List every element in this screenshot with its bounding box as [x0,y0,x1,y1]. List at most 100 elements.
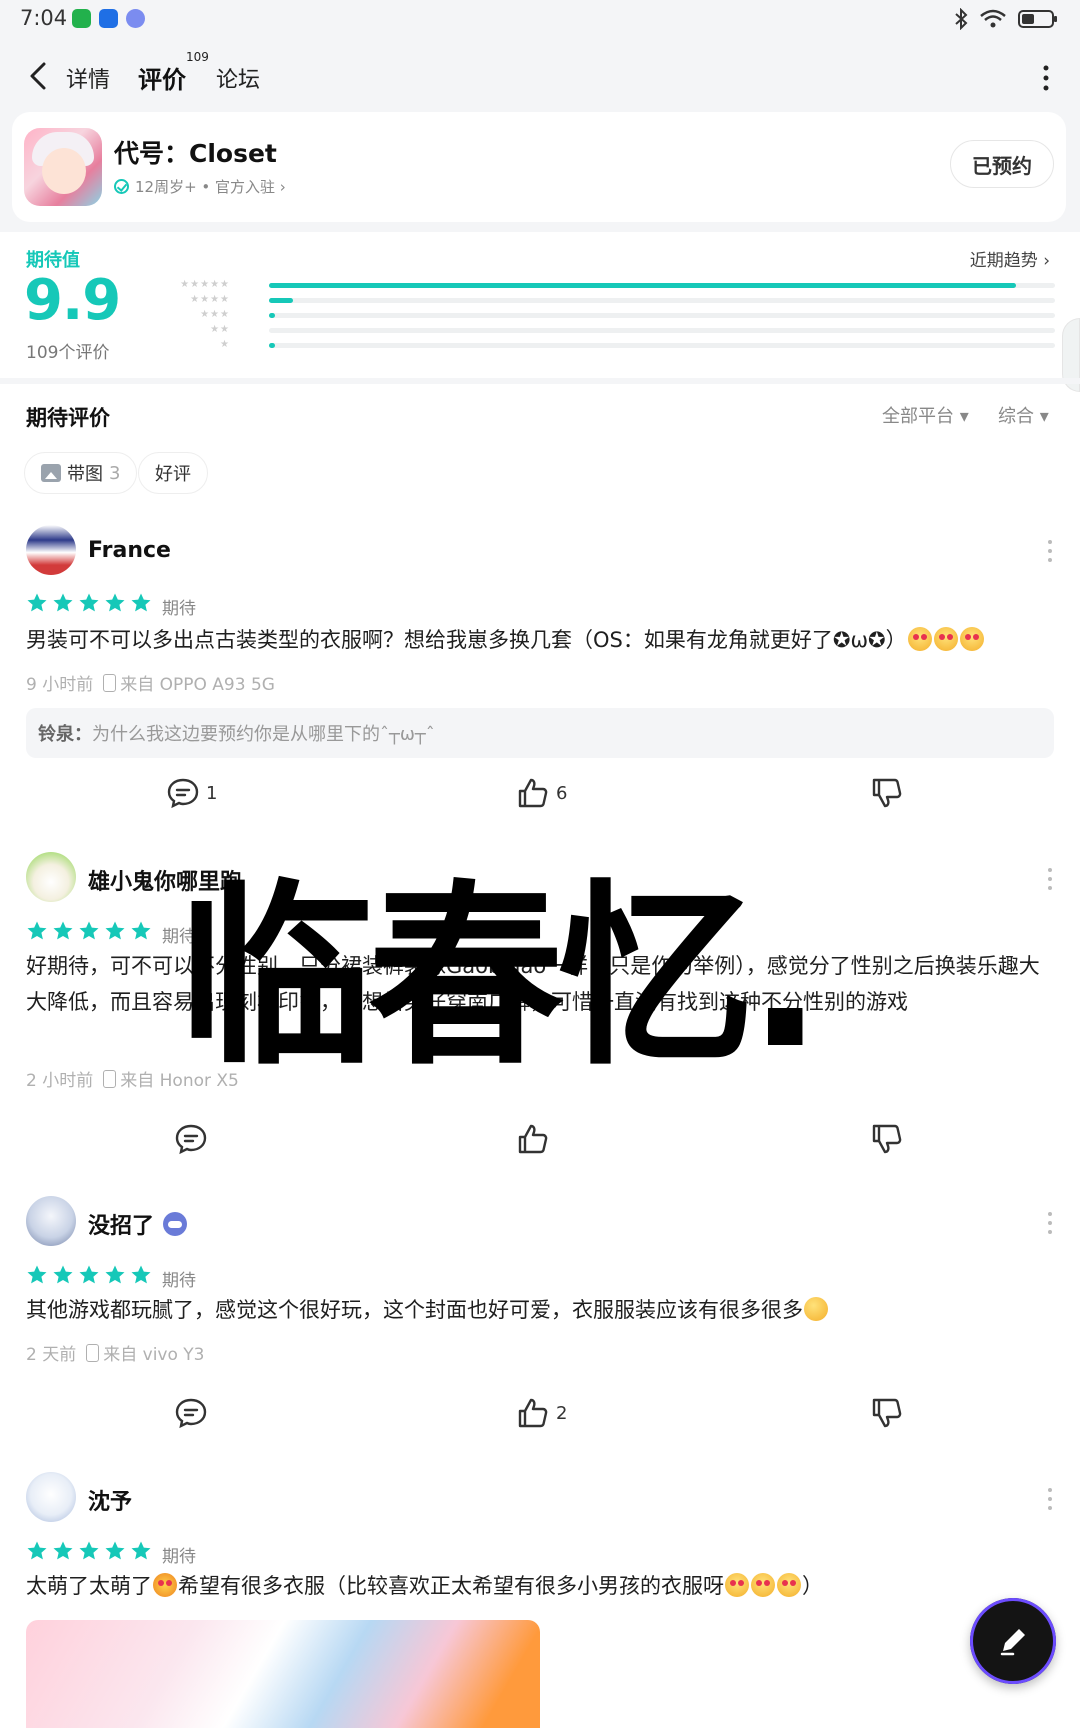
comment-count: 1 [206,782,218,804]
comment-icon [175,1398,207,1429]
filter-chip-with-images[interactable]: 带图 3 [24,452,138,494]
reply-text: 为什么我这边要预约你是从哪里下的ˆ┬ω┬ˆ [92,724,435,745]
comment-button[interactable]: 1 [166,776,217,810]
review-more-icon[interactable] [1046,866,1054,892]
star-icon [131,593,151,612]
star-icon [27,921,47,940]
more-options-icon[interactable] [1042,64,1050,92]
comment-button[interactable] [174,1122,208,1156]
thumbs-up-icon [518,1398,548,1428]
chip-label: 带图 [67,464,103,485]
review-actions: 1 6 [0,776,1080,816]
filter-chip-positive[interactable]: 好评 [138,452,208,494]
star-icon [105,1265,125,1284]
rating-score: 9.9 [24,268,121,333]
recent-trend-link[interactable]: 近期趋势 › [970,246,1050,271]
sort-dropdown[interactable]: 综合 ▾ [998,402,1049,428]
rating-label: 期待 [162,599,196,619]
like-button[interactable]: 2 [516,1396,567,1430]
write-review-button[interactable] [970,1598,1056,1684]
dislike-button[interactable] [870,776,904,810]
tab-forum[interactable]: 论坛 [216,62,260,94]
app-meta[interactable]: 12周岁+ • 官方入驻 › [114,176,286,197]
phone-icon [86,1343,100,1362]
review-count-badge: 109 [186,50,209,64]
reply-author: 铃泉： [38,724,92,745]
star-icon [53,921,73,940]
review-meta: 9 小时前 来自 OPPO A93 5G [26,670,275,695]
rating-stars [26,920,152,942]
review-time: 9 小时前 [26,675,94,695]
comment-button[interactable] [174,1396,208,1430]
status-bar: 7:04 [0,0,1080,40]
reply-preview[interactable]: 铃泉：为什么我这边要预约你是从哪里下的ˆ┬ω┬ˆ [26,708,1054,758]
platform-filter-dropdown[interactable]: 全部平台 ▾ [882,402,969,428]
dislike-button[interactable] [870,1122,904,1156]
distribution-track [269,343,1055,348]
user-avatar[interactable] [26,1196,76,1246]
rating-label: 期待 [162,1547,196,1567]
app-meta-text: 12周岁+ • 官方入驻 › [135,178,286,196]
review-more-icon[interactable] [1046,1486,1054,1512]
phone-icon [103,673,117,692]
rating-stars [26,1264,152,1286]
system-status-icons [954,8,1058,30]
review-device: 来自 vivo Y3 [103,1345,205,1365]
reserved-button[interactable]: 已预约 [950,140,1054,188]
music-notification-icon [126,9,145,28]
star-icon [131,1265,151,1284]
distribution-fill [269,313,275,318]
distribution-stars-icon: ★★ [210,324,230,335]
user-name[interactable]: 没招了 [88,1208,188,1240]
thumbs-up-icon [518,778,548,808]
app-info-card[interactable]: 代号：Closet 12周岁+ • 官方入驻 › 已预约 [12,112,1066,222]
star-icon [105,593,125,612]
tab-review[interactable]: 评价 [138,60,186,95]
user-avatar[interactable] [26,525,76,575]
user-avatar[interactable] [26,852,76,902]
comment-icon [175,1124,207,1155]
review-image-thumbnail[interactable] [26,1620,540,1728]
rating-label: 期待 [162,1271,196,1291]
app-notification-icon [72,9,91,28]
watermark-text: 临春忆. [178,864,822,1092]
tab-detail[interactable]: 详情 [66,62,110,94]
app-icon [24,128,102,206]
star-icon [27,1541,47,1560]
review-actions: 2 [0,1396,1080,1436]
user-name[interactable]: France [88,538,171,563]
review-text: 其他游戏都玩腻了，感觉这个很好玩，这个封面也好可爱，衣服服装应该有很多很多 [26,1292,1058,1328]
distribution-track [269,313,1055,318]
battery-icon [1018,10,1057,28]
review-list-title: 期待评价 [26,406,110,430]
distribution-fill [269,298,293,303]
review-text: 太萌了太萌了 希望有很多衣服（比较喜欢正太希望有很多小男孩的衣服呀） [26,1573,823,1598]
star-icon [79,921,99,940]
distribution-row: ★★★ [180,308,1056,323]
review-more-icon[interactable] [1046,1210,1054,1236]
user-avatar[interactable] [26,1472,76,1522]
heart-eyes-emoji-icon [907,627,932,651]
review-device: 来自 OPPO A93 5G [120,675,275,695]
review-more-icon[interactable] [1046,538,1054,564]
dislike-button[interactable] [870,1396,904,1430]
distribution-row: ★ [180,338,1056,353]
top-navigation: 详情 评价 109 论坛 [0,40,1080,112]
thumbs-down-icon [872,1398,902,1428]
star-icon [79,593,99,612]
like-button[interactable]: 6 [516,776,567,810]
thumbs-down-icon [872,1124,902,1154]
star-icon [79,1265,99,1284]
user-name[interactable]: 沈予 [88,1484,132,1516]
pen-icon [1000,1629,1025,1656]
back-arrow-icon[interactable] [22,58,56,94]
distribution-stars-icon: ★★★ [200,309,230,320]
review-actions [0,1122,1080,1162]
chip-label: 好评 [155,464,191,485]
distribution-stars-icon: ★ [220,339,230,350]
like-button[interactable] [516,1122,550,1156]
rating-stars [26,1540,152,1562]
review-meta: 2 天前 来自 vivo Y3 [26,1340,205,1365]
thumbs-down-icon [872,778,902,808]
chip-count: 3 [109,462,121,484]
